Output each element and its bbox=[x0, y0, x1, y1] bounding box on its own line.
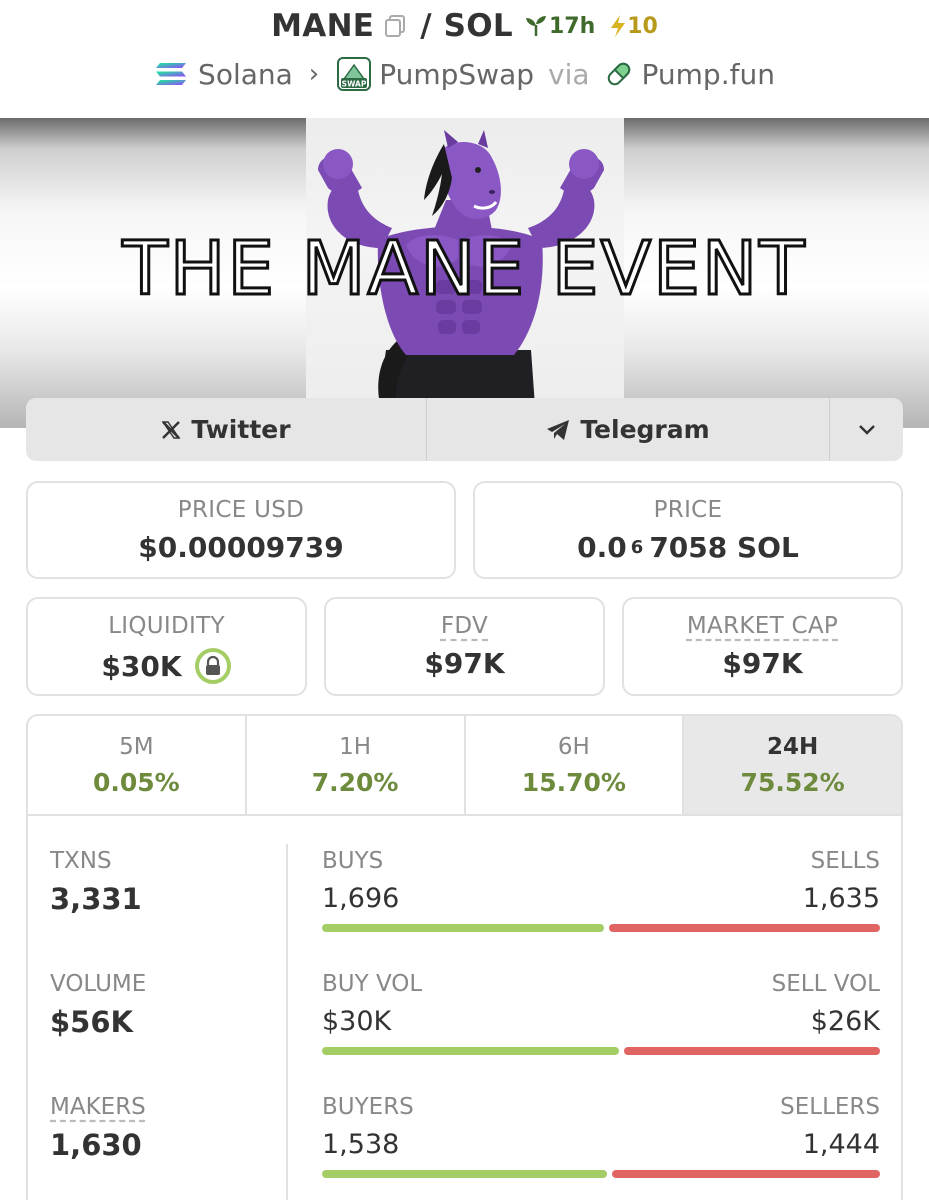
breadcrumb: Solana › SWAP PumpSwap via Pump.fun bbox=[0, 52, 929, 96]
x-logo-icon bbox=[162, 420, 181, 439]
buys-sells-split: BUYS SELLS 1,696 1,635 bbox=[322, 848, 880, 948]
tab-label: 6H bbox=[557, 734, 590, 760]
buyers-label: BUYERS bbox=[322, 1094, 414, 1120]
price-usd-card: PRICE USD $0.00009739 bbox=[26, 481, 456, 579]
liquidity-card: LIQUIDITY $30K bbox=[26, 597, 307, 696]
token-banner: THE MANE EVENT bbox=[0, 118, 929, 428]
buy-vol-value: $30K bbox=[322, 1006, 392, 1037]
volume-metric: VOLUME $56K bbox=[50, 971, 146, 1039]
market-cap-card: MARKET CAP $97K bbox=[622, 597, 903, 696]
makers-value: 1,630 bbox=[50, 1128, 142, 1162]
copy-icon[interactable] bbox=[384, 14, 406, 38]
tab-change: 0.05% bbox=[93, 768, 180, 797]
buyers-bar-segment bbox=[322, 1170, 608, 1178]
fdv-label[interactable]: FDV bbox=[326, 613, 603, 639]
price-usd-label: PRICE USD bbox=[177, 497, 305, 523]
volume-label: VOLUME bbox=[50, 971, 147, 997]
twitter-label: Twitter bbox=[191, 415, 291, 444]
price-sol-label: PRICE bbox=[653, 497, 723, 523]
sell-bar-segment bbox=[608, 924, 880, 932]
more-links-button[interactable] bbox=[830, 398, 903, 461]
price-sol-card: PRICE 0.0 6 7058 SOL bbox=[473, 481, 903, 579]
liquidity-row: $30K bbox=[28, 647, 305, 685]
txns-value: 3,331 bbox=[50, 882, 142, 916]
txns-metric: TXNS 3,331 bbox=[50, 848, 142, 916]
bolt-icon bbox=[611, 15, 626, 37]
sell-vol-bar-segment bbox=[623, 1047, 880, 1055]
buys-label: BUYS bbox=[322, 848, 384, 874]
chain-link[interactable]: Solana bbox=[198, 58, 293, 91]
banner-headline: THE MANE EVENT bbox=[121, 225, 807, 314]
market-cap-label[interactable]: MARKET CAP bbox=[624, 613, 901, 639]
volume-bar bbox=[322, 1047, 880, 1055]
pumpswap-logo-icon: SWAP bbox=[337, 57, 372, 91]
twitter-button[interactable]: Twitter bbox=[26, 398, 427, 461]
makers-metric: MAKERS 1,630 bbox=[50, 1094, 146, 1162]
launchpad-link[interactable]: Pump.fun bbox=[642, 58, 775, 91]
buy-vol-bar-segment bbox=[322, 1047, 619, 1055]
makers-label[interactable]: MAKERS bbox=[50, 1094, 146, 1120]
tab-label: 1H bbox=[339, 734, 372, 760]
buy-vol-label: BUY VOL bbox=[322, 971, 423, 997]
boost-count: 10 bbox=[627, 13, 658, 39]
quote-symbol: SOL bbox=[443, 8, 513, 44]
chevron-right-icon: › bbox=[308, 59, 320, 89]
tab-change: 15.70% bbox=[521, 768, 626, 797]
telegram-icon bbox=[547, 419, 570, 440]
tab-label: 24H bbox=[766, 734, 819, 760]
liquidity-label: LIQUIDITY bbox=[108, 613, 225, 639]
fdv-card: FDV $97K bbox=[324, 597, 605, 696]
fdv-value: $97K bbox=[424, 647, 505, 680]
sells-value: 1,635 bbox=[802, 883, 880, 914]
base-symbol: MANE bbox=[271, 8, 375, 44]
sellers-bar-segment bbox=[612, 1170, 880, 1178]
market-cap-value: $97K bbox=[722, 647, 803, 680]
volume-value: $56K bbox=[50, 1005, 134, 1039]
buy-bar-segment bbox=[322, 924, 604, 932]
column-divider bbox=[286, 844, 288, 1200]
sellers-value: 1,444 bbox=[802, 1129, 880, 1160]
price-sol-value: 0.0 6 7058 SOL bbox=[475, 531, 901, 564]
swap-logo-text: SWAP bbox=[342, 80, 367, 89]
buyers-value: 1,538 bbox=[322, 1129, 400, 1160]
chevron-down-icon bbox=[858, 424, 875, 435]
price-sol-zero-count: 6 bbox=[630, 537, 644, 558]
social-links-bar: Twitter Telegram bbox=[26, 398, 903, 461]
volume-split: BUY VOL SELL VOL $30K $26K bbox=[322, 971, 880, 1071]
telegram-label: Telegram bbox=[580, 415, 710, 444]
pair-separator: / bbox=[420, 8, 432, 44]
liquidity-value: $30K bbox=[101, 649, 182, 683]
tab-change: 75.52% bbox=[740, 768, 845, 797]
buyers-sellers-bar bbox=[322, 1170, 880, 1178]
timeframe-tabs: 5M 0.05% 1H 7.20% 6H 15.70% 24H 75.52% bbox=[28, 716, 901, 816]
sell-vol-label: SELL VOL bbox=[771, 971, 880, 997]
price-sol-prefix: 0.0 bbox=[577, 531, 627, 564]
pair-age: 17h bbox=[548, 13, 596, 39]
sellers-label: SELLERS bbox=[780, 1094, 880, 1120]
lock-icon[interactable] bbox=[194, 647, 232, 685]
trading-stats-panel: 5M 0.05% 1H 7.20% 6H 15.70% 24H 75.52% T… bbox=[26, 714, 903, 1200]
txns-label: TXNS bbox=[50, 848, 112, 874]
price-sol-suffix: 7058 SOL bbox=[649, 531, 799, 564]
tab-24h[interactable]: 24H 75.52% bbox=[684, 716, 901, 814]
telegram-button[interactable]: Telegram bbox=[427, 398, 830, 461]
tab-6h[interactable]: 6H 15.70% bbox=[466, 716, 685, 814]
buyers-sellers-split: BUYERS SELLERS 1,538 1,444 bbox=[322, 1094, 880, 1194]
summary-column: TXNS 3,331 VOLUME $56K MAKERS 1,630 bbox=[28, 816, 286, 1200]
tab-1h[interactable]: 1H 7.20% bbox=[247, 716, 466, 814]
sells-label: SELLS bbox=[810, 848, 880, 874]
buys-value: 1,696 bbox=[322, 883, 400, 914]
price-usd-value: $0.00009739 bbox=[138, 531, 344, 564]
dex-link[interactable]: PumpSwap bbox=[379, 58, 534, 91]
via-label: via bbox=[548, 57, 590, 91]
pair-title: MANE / SOL 17h 10 bbox=[0, 4, 929, 48]
tab-change: 7.20% bbox=[311, 768, 399, 797]
pill-icon bbox=[607, 62, 630, 86]
sell-vol-value: $26K bbox=[810, 1006, 880, 1037]
solana-logo-icon bbox=[156, 63, 187, 85]
buys-sells-bar bbox=[322, 924, 880, 932]
sprout-icon bbox=[525, 16, 546, 36]
tab-5m[interactable]: 5M 0.05% bbox=[28, 716, 247, 814]
tab-label: 5M bbox=[119, 734, 154, 760]
